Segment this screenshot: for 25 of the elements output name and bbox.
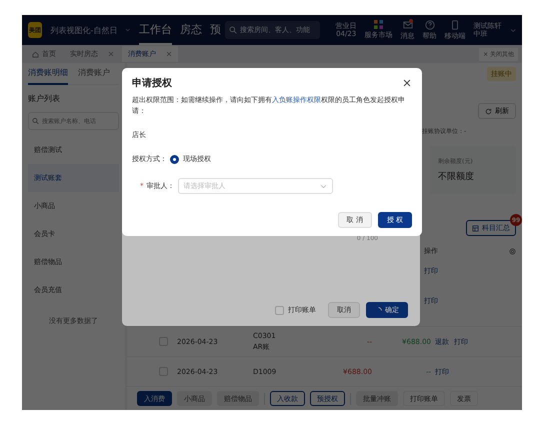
dialog-title: 申请授权 [132, 76, 172, 90]
notification-dot [408, 18, 413, 22]
chevron-down-icon [125, 27, 131, 33]
sub-tab[interactable]: 消费账明细 [28, 62, 68, 85]
close-icon [108, 51, 114, 57]
close-icon [166, 51, 172, 57]
sidebar-title: 账户列表 [28, 93, 61, 105]
close-icon [402, 78, 412, 88]
help-icon [424, 20, 435, 30]
quota-value: 不限额度 [438, 170, 475, 183]
home-icon [32, 50, 39, 58]
table-icon [472, 224, 479, 232]
refresh-icon [485, 108, 492, 114]
app-grid-icon [374, 20, 384, 29]
mail-icon [402, 20, 413, 30]
store-selector[interactable]: 列表视图化-自然日 [50, 24, 118, 36]
sub-tab[interactable]: 消费账户 [78, 62, 110, 85]
nav-menu-item[interactable]: 预 [210, 16, 221, 44]
chevron-down-icon [510, 26, 516, 34]
nav-menu-item[interactable]: 房态 [180, 16, 202, 44]
search-icon [32, 118, 39, 124]
search-icon [228, 26, 237, 34]
chevron-down-icon [320, 182, 326, 190]
close-button[interactable] [402, 78, 412, 88]
phone-icon [450, 20, 460, 30]
